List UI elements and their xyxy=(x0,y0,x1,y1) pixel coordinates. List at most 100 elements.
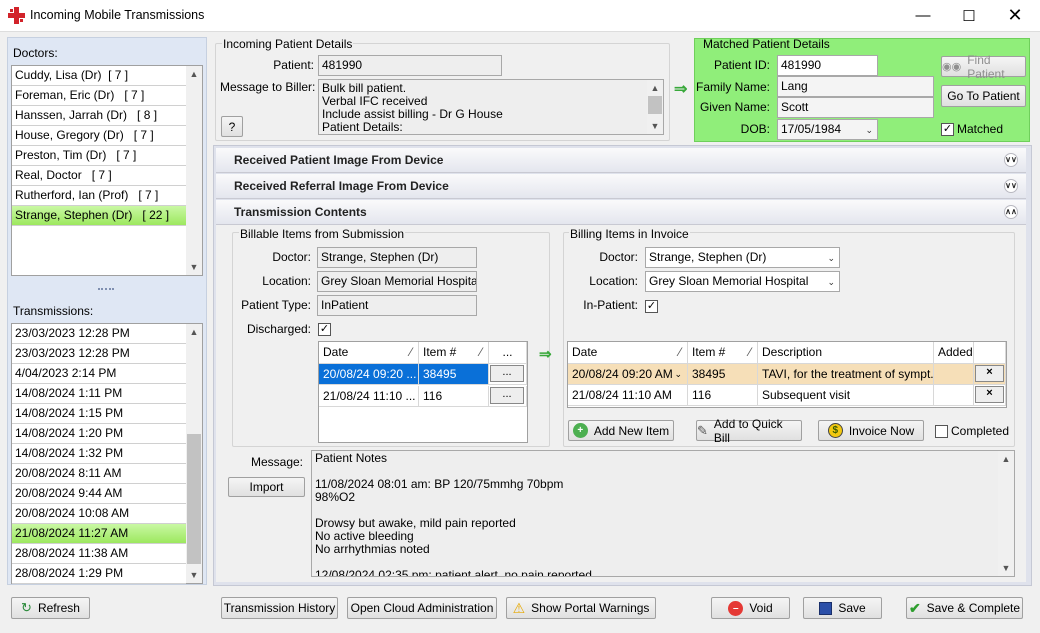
splitter-grip[interactable] xyxy=(98,288,114,291)
column-header-date[interactable]: Date ⁄ xyxy=(319,342,419,364)
scroll-up-icon[interactable]: ▲ xyxy=(186,66,202,82)
add-to-quick-bill-button[interactable]: ✎ Add to Quick Bill xyxy=(696,417,802,445)
chevron-down-icon[interactable]: ⌄ xyxy=(865,123,873,138)
minimize-icon[interactable]: — xyxy=(900,0,946,31)
doctor-list-item[interactable]: Rutherford, Ian (Prof) [ 7 ] xyxy=(12,186,186,206)
doctor-list-item[interactable]: Preston, Tim (Dr) [ 7 ] xyxy=(12,146,186,166)
open-cloud-administration-button[interactable]: Open Cloud Administration xyxy=(347,597,497,619)
show-portal-warnings-button[interactable]: ⚠ Show Portal Warnings xyxy=(506,597,656,619)
invoice-cell-item[interactable]: 116 xyxy=(688,385,758,406)
transmission-list-item[interactable]: 28/08/2024 1:29 PM xyxy=(12,564,186,584)
void-button[interactable]: – Void xyxy=(711,597,790,619)
transmission-list-item[interactable]: 14/08/2024 1:32 PM xyxy=(12,444,186,464)
transmission-list-item[interactable]: 4/04/2023 2:14 PM xyxy=(12,364,186,384)
column-header-date[interactable]: Date ⁄ xyxy=(568,342,688,364)
patient-type-field[interactable]: InPatient xyxy=(317,295,477,316)
chevron-down-icon[interactable]: ⌄ xyxy=(827,251,835,266)
invoice-cell-date[interactable]: 21/08/24 11:10 AM xyxy=(568,385,688,406)
message-to-biller-field[interactable]: Bulk bill patient. Verbal IFC received I… xyxy=(318,79,664,135)
refresh-button[interactable]: ↻ Refresh xyxy=(11,597,90,619)
transmission-history-button[interactable]: Transmission History xyxy=(221,597,338,619)
inpatient-checkbox[interactable]: ✓ xyxy=(645,300,658,313)
add-new-item-button[interactable]: + Add New Item xyxy=(568,420,674,441)
scroll-up-icon[interactable]: ▲ xyxy=(998,451,1014,467)
doctor-list-item[interactable]: House, Gregory (Dr) [ 7 ] xyxy=(12,126,186,146)
invoice-cell-added[interactable] xyxy=(934,385,974,406)
doctor-list-item[interactable]: Foreman, Eric (Dr) [ 7 ] xyxy=(12,86,186,106)
transmission-list-item[interactable]: 14/08/2024 1:11 PM xyxy=(12,384,186,404)
maximize-icon[interactable]: ☐ xyxy=(946,0,992,31)
billable-items-grid[interactable]: Date ⁄ Item # ⁄ ... 20/08/24 09:20 ... 384… xyxy=(318,341,528,443)
doctor-list-item[interactable]: Strange, Stephen (Dr) [ 22 ] xyxy=(12,206,186,226)
family-name-field[interactable]: Lang xyxy=(777,76,934,97)
sort-icon[interactable]: ⁄ xyxy=(410,342,412,363)
edit-row-button[interactable]: ... xyxy=(490,365,524,382)
invoice-now-button[interactable]: $ Invoice Now xyxy=(818,420,924,441)
transmission-list-item[interactable]: 20/08/2024 10:08 AM xyxy=(12,504,186,524)
sort-icon[interactable]: ⁄ xyxy=(679,342,681,363)
scroll-down-icon[interactable]: ▼ xyxy=(186,567,202,583)
scroll-up-icon[interactable]: ▲ xyxy=(186,324,202,340)
sort-icon[interactable]: ⁄ xyxy=(749,342,751,363)
go-to-patient-button[interactable]: Go To Patient xyxy=(941,85,1026,107)
billable-location-field[interactable]: Grey Sloan Memorial Hospital xyxy=(317,271,477,292)
invoice-cell-description[interactable]: TAVI, for the treatment of sympt... xyxy=(758,364,934,385)
save-and-complete-button[interactable]: ✔ Save & Complete xyxy=(906,597,1023,619)
message-scrollbar[interactable]: ▲ ▼ xyxy=(647,80,663,134)
doctor-list-item[interactable]: Cuddy, Lisa (Dr) [ 7 ] xyxy=(12,66,186,86)
billable-cell-item[interactable]: 38495 xyxy=(419,364,489,385)
discharged-checkbox[interactable]: ✓ xyxy=(318,323,331,336)
patient-id-field[interactable]: 481990 xyxy=(777,55,878,76)
column-header-item[interactable]: Item # ⁄ xyxy=(688,342,758,364)
transmission-list-item[interactable]: 23/03/2023 12:28 PM xyxy=(12,344,186,364)
invoice-cell-added[interactable] xyxy=(934,364,974,385)
chevron-down-icon[interactable]: ⌄ xyxy=(674,364,682,384)
find-patient-button[interactable]: ◉◉ Find Patient xyxy=(941,53,1026,81)
invoice-items-grid[interactable]: Date ⁄ Item # ⁄ Description Added 20/08/24… xyxy=(567,341,1007,408)
invoice-doctor-select[interactable]: Strange, Stephen (Dr) ⌄ xyxy=(645,247,840,268)
dob-field[interactable]: 17/05/1984 ⌄ xyxy=(777,119,878,140)
message-scrollbar[interactable]: ▲ ▼ xyxy=(998,451,1014,576)
invoice-cell-date[interactable]: 20/08/24 09:20 AM ⌄ xyxy=(568,364,688,385)
transmission-list-item[interactable]: 14/08/2024 1:20 PM xyxy=(12,424,186,444)
matched-checkbox[interactable]: ✓ xyxy=(941,123,954,136)
doctor-list-item[interactable]: Hanssen, Jarrah (Dr) [ 8 ] xyxy=(12,106,186,126)
invoice-location-select[interactable]: Grey Sloan Memorial Hospital ⌄ xyxy=(645,271,840,292)
scroll-up-icon[interactable]: ▲ xyxy=(647,80,663,96)
transmissions-scrollbar[interactable]: ▲ ▼ xyxy=(186,324,202,583)
scroll-down-icon[interactable]: ▼ xyxy=(186,259,202,275)
delete-row-button[interactable]: × xyxy=(975,365,1004,382)
patient-image-section[interactable]: Received Patient Image From Device ∨∨ xyxy=(216,148,1026,173)
billable-doctor-field[interactable]: Strange, Stephen (Dr) xyxy=(317,247,477,268)
doctor-list-item[interactable]: Real, Doctor [ 7 ] xyxy=(12,166,186,186)
billable-cell-date[interactable]: 21/08/24 11:10 ... xyxy=(319,386,419,407)
scroll-thumb[interactable] xyxy=(648,96,662,114)
transmission-list-item[interactable]: 28/08/2024 11:38 AM xyxy=(12,544,186,564)
patient-field[interactable]: 481990 xyxy=(318,55,502,76)
transmission-list-item[interactable]: 20/08/2024 8:11 AM xyxy=(12,464,186,484)
expand-icon[interactable]: ∨∨ xyxy=(1004,153,1018,167)
transmission-list-item[interactable]: 20/08/2024 9:44 AM xyxy=(12,484,186,504)
column-header-added[interactable]: Added xyxy=(934,342,974,364)
completed-checkbox[interactable] xyxy=(935,425,948,438)
column-header-item[interactable]: Item # ⁄ xyxy=(419,342,489,364)
sort-icon[interactable]: ⁄ xyxy=(480,342,482,363)
billable-cell-item[interactable]: 116 xyxy=(419,386,489,407)
given-name-field[interactable]: Scott xyxy=(777,97,934,118)
invoice-cell-item[interactable]: 38495 xyxy=(688,364,758,385)
transmission-list-item[interactable]: 21/08/2024 11:27 AM xyxy=(12,524,186,544)
column-header-description[interactable]: Description xyxy=(758,342,934,364)
transmissions-list[interactable]: 23/03/2023 12:28 PM 23/03/2023 12:28 PM 4/… xyxy=(11,323,203,584)
help-button[interactable]: ? xyxy=(221,116,243,137)
save-button[interactable]: Save xyxy=(803,597,882,619)
doctors-scrollbar[interactable]: ▲ ▼ xyxy=(186,66,202,275)
referral-image-section[interactable]: Received Referral Image From Device ∨∨ xyxy=(216,174,1026,199)
billable-cell-date[interactable]: 20/08/24 09:20 ... xyxy=(319,364,419,385)
message-field[interactable]: Patient Notes 11/08/2024 08:01 am: BP 120… xyxy=(311,450,1015,577)
transmission-contents-section[interactable]: Transmission Contents ∧∧ xyxy=(216,200,1026,225)
delete-row-button[interactable]: × xyxy=(975,386,1004,403)
scroll-thumb[interactable] xyxy=(187,434,201,564)
chevron-down-icon[interactable]: ⌄ xyxy=(827,275,835,290)
scroll-down-icon[interactable]: ▼ xyxy=(998,560,1014,576)
import-button[interactable]: Import xyxy=(228,477,305,497)
